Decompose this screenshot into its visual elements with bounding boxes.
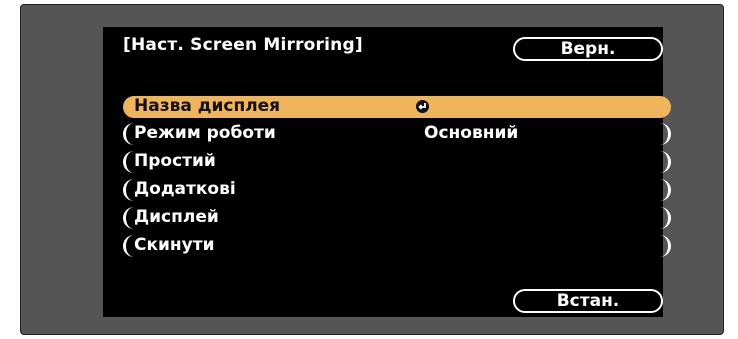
projector-screen-frame: [Наст. Screen Mirroring] Верн. Назва дис… (20, 4, 724, 335)
menu-item-value: Основний (424, 123, 519, 143)
menu-item-label: Режим роботи (134, 123, 276, 143)
menu-item-basic[interactable]: Простий (123, 151, 671, 173)
menu-item-label: Простий (134, 151, 216, 171)
back-button[interactable]: Верн. (513, 37, 663, 61)
menu-item-label: Скинути (134, 235, 215, 255)
enter-icon (416, 100, 429, 113)
screen-mirroring-settings-menu: [Наст. Screen Mirroring] Верн. Назва дис… (103, 27, 671, 317)
menu-item-label: Назва дисплея (134, 96, 281, 116)
menu-item-advanced[interactable]: Додаткові (123, 179, 671, 201)
set-button[interactable]: Встан. (513, 289, 663, 313)
menu-item-display[interactable]: Дисплей (123, 207, 671, 229)
menu-item-reset[interactable]: Скинути (123, 235, 671, 257)
menu-item-operation-mode[interactable]: Режим роботи Основний (123, 123, 671, 145)
menu-item-label: Дисплей (134, 207, 219, 227)
menu-item-display-name[interactable]: Назва дисплея (123, 96, 671, 118)
menu-item-label: Додаткові (134, 179, 236, 199)
menu-title: [Наст. Screen Mirroring] (123, 35, 363, 55)
